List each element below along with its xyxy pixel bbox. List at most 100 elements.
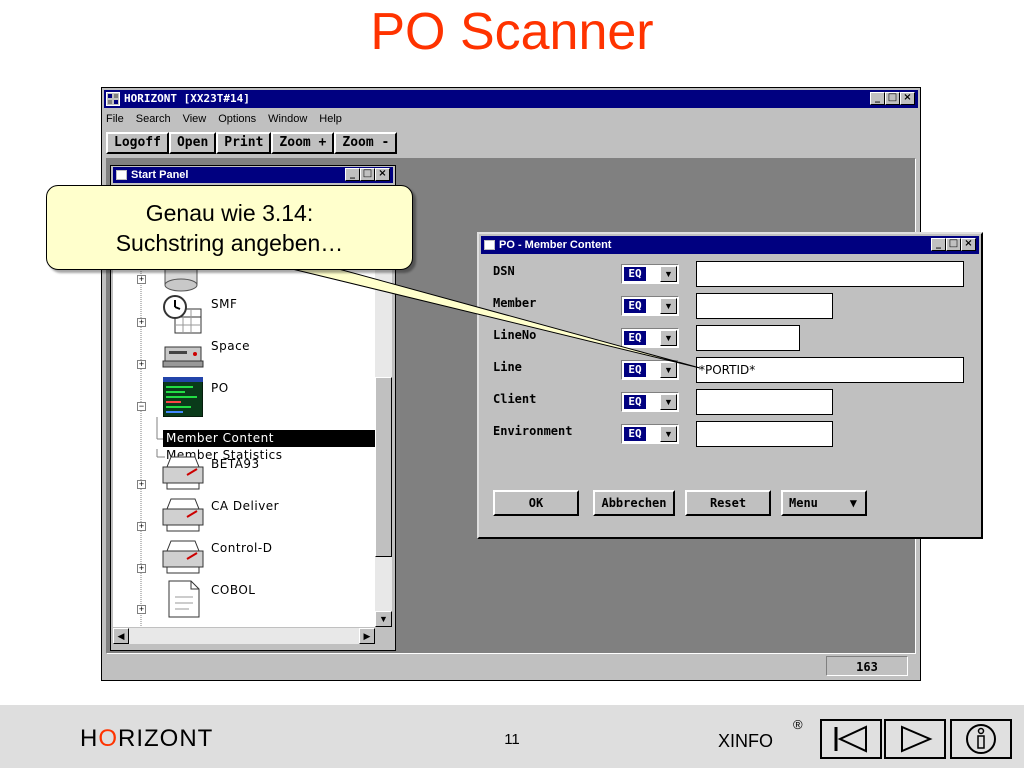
tree-item-space[interactable]: Space <box>211 339 250 353</box>
close-icon[interactable]: × <box>375 168 390 181</box>
client-input[interactable] <box>696 389 833 415</box>
dsn-operator-select[interactable]: EQ ▼ <box>621 264 679 284</box>
minimize-icon[interactable]: _ <box>345 168 360 181</box>
tree-item-member-content[interactable]: Member Content <box>163 430 375 447</box>
main-window-title: HORIZONT [XX23T#14] <box>124 92 250 105</box>
menu-button-label: Menu <box>789 496 818 510</box>
menu-button[interactable]: Menu ▼ <box>781 490 867 516</box>
callout-line2: Suchstring angeben… <box>115 230 344 256</box>
play-icon <box>901 725 933 753</box>
tree-item-smf[interactable]: SMF <box>211 297 237 311</box>
maximize-icon[interactable]: □ <box>946 238 961 251</box>
main-window-titlebar[interactable]: HORIZONT [XX23T#14] _ □ × <box>104 90 918 108</box>
cancel-button[interactable]: Abbrechen <box>593 490 675 516</box>
zoom-out-button[interactable]: Zoom - <box>334 132 398 154</box>
scroll-right-icon[interactable]: ▶ <box>359 628 375 644</box>
tree-expand-icon[interactable]: + <box>137 360 146 369</box>
tree-item-ca-deliver[interactable]: CA Deliver <box>211 499 279 513</box>
environment-input[interactable] <box>696 421 833 447</box>
tree-expand-icon[interactable]: + <box>137 522 146 531</box>
tree-expand-icon[interactable]: + <box>137 564 146 573</box>
chevron-down-icon[interactable]: ▼ <box>660 426 677 442</box>
print-button[interactable]: Print <box>216 132 272 154</box>
dsn-input[interactable] <box>696 261 964 287</box>
tree-item-beta93[interactable]: BETA93 <box>211 457 260 471</box>
chevron-down-icon[interactable]: ▼ <box>660 330 677 346</box>
skip-back-icon <box>834 725 867 753</box>
environment-operator-select[interactable]: EQ ▼ <box>621 424 679 444</box>
minimize-icon[interactable]: _ <box>931 238 946 251</box>
chevron-down-icon[interactable]: ▼ <box>660 266 677 282</box>
open-button[interactable]: Open <box>168 132 217 154</box>
label-environment: Environment <box>493 424 573 438</box>
menu-window[interactable]: Window <box>268 110 307 128</box>
scroll-left-icon[interactable]: ◀ <box>113 628 129 644</box>
toolbar: Logoff Open Print Zoom + Zoom - <box>106 132 398 156</box>
disk-drive-icon <box>162 346 204 368</box>
tree-expand-icon[interactable]: + <box>137 480 146 489</box>
label-lineno: LineNo <box>493 328 537 342</box>
member-operator-select[interactable]: EQ ▼ <box>621 296 679 316</box>
horizontal-scrollbar[interactable]: ◀ ▶ <box>113 628 375 644</box>
menu-bar: File Search View Options Window Help <box>106 110 342 128</box>
page-number: 11 <box>504 731 520 748</box>
chevron-down-icon[interactable]: ▼ <box>660 394 677 410</box>
status-bar: 163 <box>106 656 916 678</box>
chevron-down-icon[interactable]: ▼ <box>660 298 677 314</box>
next-page-button[interactable] <box>884 719 946 759</box>
maximize-icon[interactable]: □ <box>360 168 375 181</box>
label-member: Member <box>493 296 537 310</box>
scroll-thumb[interactable] <box>375 377 392 557</box>
horizont-logo: HORIZONT <box>80 725 214 752</box>
menu-help[interactable]: Help <box>319 110 342 128</box>
lineno-input[interactable] <box>696 325 800 351</box>
menu-file[interactable]: File <box>106 110 124 128</box>
label-client: Client <box>493 392 537 406</box>
client-operator-select[interactable]: EQ ▼ <box>621 392 679 412</box>
tree-collapse-icon[interactable]: − <box>137 402 146 411</box>
info-button[interactable] <box>950 719 1012 759</box>
menu-search[interactable]: Search <box>136 110 171 128</box>
logoff-button[interactable]: Logoff <box>106 132 169 154</box>
line-operator-select[interactable]: EQ ▼ <box>621 360 679 380</box>
lineno-operator-select[interactable]: EQ ▼ <box>621 328 679 348</box>
menu-view[interactable]: View <box>183 110 207 128</box>
printer-icon <box>162 498 204 532</box>
tree-expand-icon[interactable]: + <box>137 605 146 614</box>
zoom-in-button[interactable]: Zoom + <box>271 132 335 154</box>
menu-options[interactable]: Options <box>218 110 256 128</box>
tree-item-po[interactable]: PO <box>211 381 229 395</box>
label-line: Line <box>493 360 522 374</box>
close-icon[interactable]: × <box>900 92 915 105</box>
line-input[interactable]: *PORTID* <box>696 357 964 383</box>
label-dsn: DSN <box>493 264 515 278</box>
dialog-title: PO - Member Content <box>499 239 612 251</box>
callout-line1: Genau wie 3.14: <box>145 200 314 226</box>
maximize-icon[interactable]: □ <box>885 92 900 105</box>
app-icon <box>106 92 120 106</box>
dialog-titlebar[interactable]: PO - Member Content _ □ × <box>481 236 979 254</box>
member-content-dialog: PO - Member Content _ □ × DSN EQ ▼ Member… <box>477 232 983 539</box>
chevron-down-icon: ▼ <box>849 496 857 510</box>
chevron-down-icon[interactable]: ▼ <box>660 362 677 378</box>
status-count: 163 <box>826 656 908 676</box>
printer-icon <box>162 540 204 574</box>
first-page-button[interactable] <box>820 719 882 759</box>
info-icon <box>966 724 996 754</box>
xinfo-label: XINFO <box>718 731 774 751</box>
member-input[interactable] <box>696 293 833 319</box>
close-icon[interactable]: × <box>961 238 976 251</box>
minimize-icon[interactable]: _ <box>870 92 885 105</box>
tree-item-control-d[interactable]: Control-D <box>211 541 272 555</box>
start-panel-titlebar[interactable]: Start Panel _ □ × <box>113 167 393 183</box>
tree-expand-icon[interactable]: + <box>137 318 146 327</box>
callout-box: Genau wie 3.14: Suchstring angeben… <box>46 185 413 270</box>
reset-button[interactable]: Reset <box>685 490 771 516</box>
scroll-down-icon[interactable]: ▼ <box>375 611 392 627</box>
po-terminal-icon <box>163 377 203 417</box>
ok-button[interactable]: OK <box>493 490 579 516</box>
tree-item-cobol[interactable]: COBOL <box>211 583 255 597</box>
panel-icon <box>116 170 127 180</box>
tree-expand-icon[interactable]: + <box>137 275 146 284</box>
registered-mark: ® <box>793 717 803 732</box>
